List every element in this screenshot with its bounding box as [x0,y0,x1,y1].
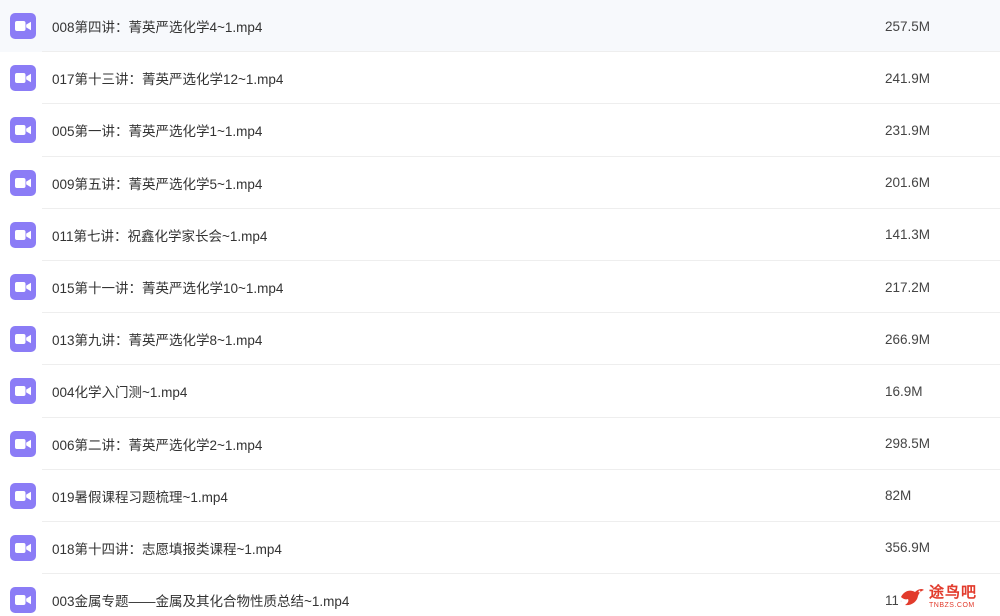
file-size: 217.2M [885,279,931,295]
site-watermark: 途鸟吧 TNBZS.COM [898,580,994,614]
file-row[interactable]: 013第九讲：菁英严选化学8~1.mp4 266.9M [0,313,1000,366]
file-name: 011第七讲：祝鑫化学家长会~1.mp4 [52,228,268,244]
file-name: 004化学入门测~1.mp4 [52,385,188,401]
file-size: 16.9M [885,383,923,399]
video-file-icon [10,13,36,40]
video-file-icon [10,326,36,353]
video-file-icon [10,534,36,561]
video-file-icon [10,482,36,509]
video-file-icon [10,587,36,614]
video-file-icon [10,65,36,92]
video-file-icon [10,221,36,248]
file-name: 013第九讲：菁英严选化学8~1.mp4 [52,333,263,349]
file-name: 009第五讲：菁英严选化学5~1.mp4 [52,176,263,192]
file-list: 008第四讲：菁英严选化学4~1.mp4 257.5M 017第十三讲：菁英严选… [0,0,1000,616]
file-name: 005第一讲：菁英严选化学1~1.mp4 [52,124,263,140]
video-file-icon [10,430,36,457]
file-row[interactable]: 005第一讲：菁英严选化学1~1.mp4 231.9M [0,104,1000,157]
file-size: 356.9M [885,540,931,556]
file-row[interactable]: 004化学入门测~1.mp4 16.9M [0,365,1000,418]
video-file-icon [10,169,36,196]
file-row[interactable]: 011第七讲：祝鑫化学家长会~1.mp4 141.3M [0,209,1000,262]
file-size: 82M [885,488,912,504]
file-size: 266.9M [885,331,931,347]
bird-logo-icon [901,588,924,606]
file-row[interactable]: 009第五讲：菁英严选化学5~1.mp4 201.6M [0,157,1000,209]
file-size: 298.5M [885,436,931,452]
file-row[interactable]: 018第十四讲：志愿填报类课程~1.mp4 356.9M [0,522,1000,575]
file-row[interactable]: 019暑假课程习题梳理~1.mp4 82M [0,470,1000,523]
watermark-subtitle: TNBZS.COM [929,602,975,609]
file-size: 201.6M [885,175,931,191]
video-file-icon [10,117,36,144]
file-name: 018第十四讲：志愿填报类课程~1.mp4 [52,541,282,557]
file-name: 015第十一讲：菁英严选化学10~1.mp4 [52,281,284,297]
file-size: 231.9M [885,122,931,138]
file-row[interactable]: 015第十一讲：菁英严选化学10~1.mp4 217.2M [0,261,1000,314]
file-row[interactable]: 017第十三讲：菁英严选化学12~1.mp4 241.9M [0,52,1000,105]
watermark-text: 途鸟吧 TNBZS.COM [929,585,977,609]
file-size: 241.9M [885,70,931,86]
file-row[interactable]: 003金属专题——金属及其化合物性质总结~1.mp4 11· [0,574,1000,616]
file-row[interactable]: 008第四讲：菁英严选化学4~1.mp4 257.5M [0,0,1000,53]
file-row[interactable]: 006第二讲：菁英严选化学2~1.mp4 298.5M [0,418,1000,470]
file-size: 257.5M [885,18,931,34]
video-file-icon [10,378,36,405]
file-name: 019暑假课程习题梳理~1.mp4 [52,489,228,505]
watermark-title: 途鸟吧 [929,584,978,601]
file-name: 003金属专题——金属及其化合物性质总结~1.mp4 [52,594,350,610]
file-name: 008第四讲：菁英严选化学4~1.mp4 [52,20,263,36]
file-name: 006第二讲：菁英严选化学2~1.mp4 [52,437,263,453]
file-name: 017第十三讲：菁英严选化学12~1.mp4 [52,72,284,88]
video-file-icon [10,274,36,301]
file-size: 141.3M [885,227,931,243]
